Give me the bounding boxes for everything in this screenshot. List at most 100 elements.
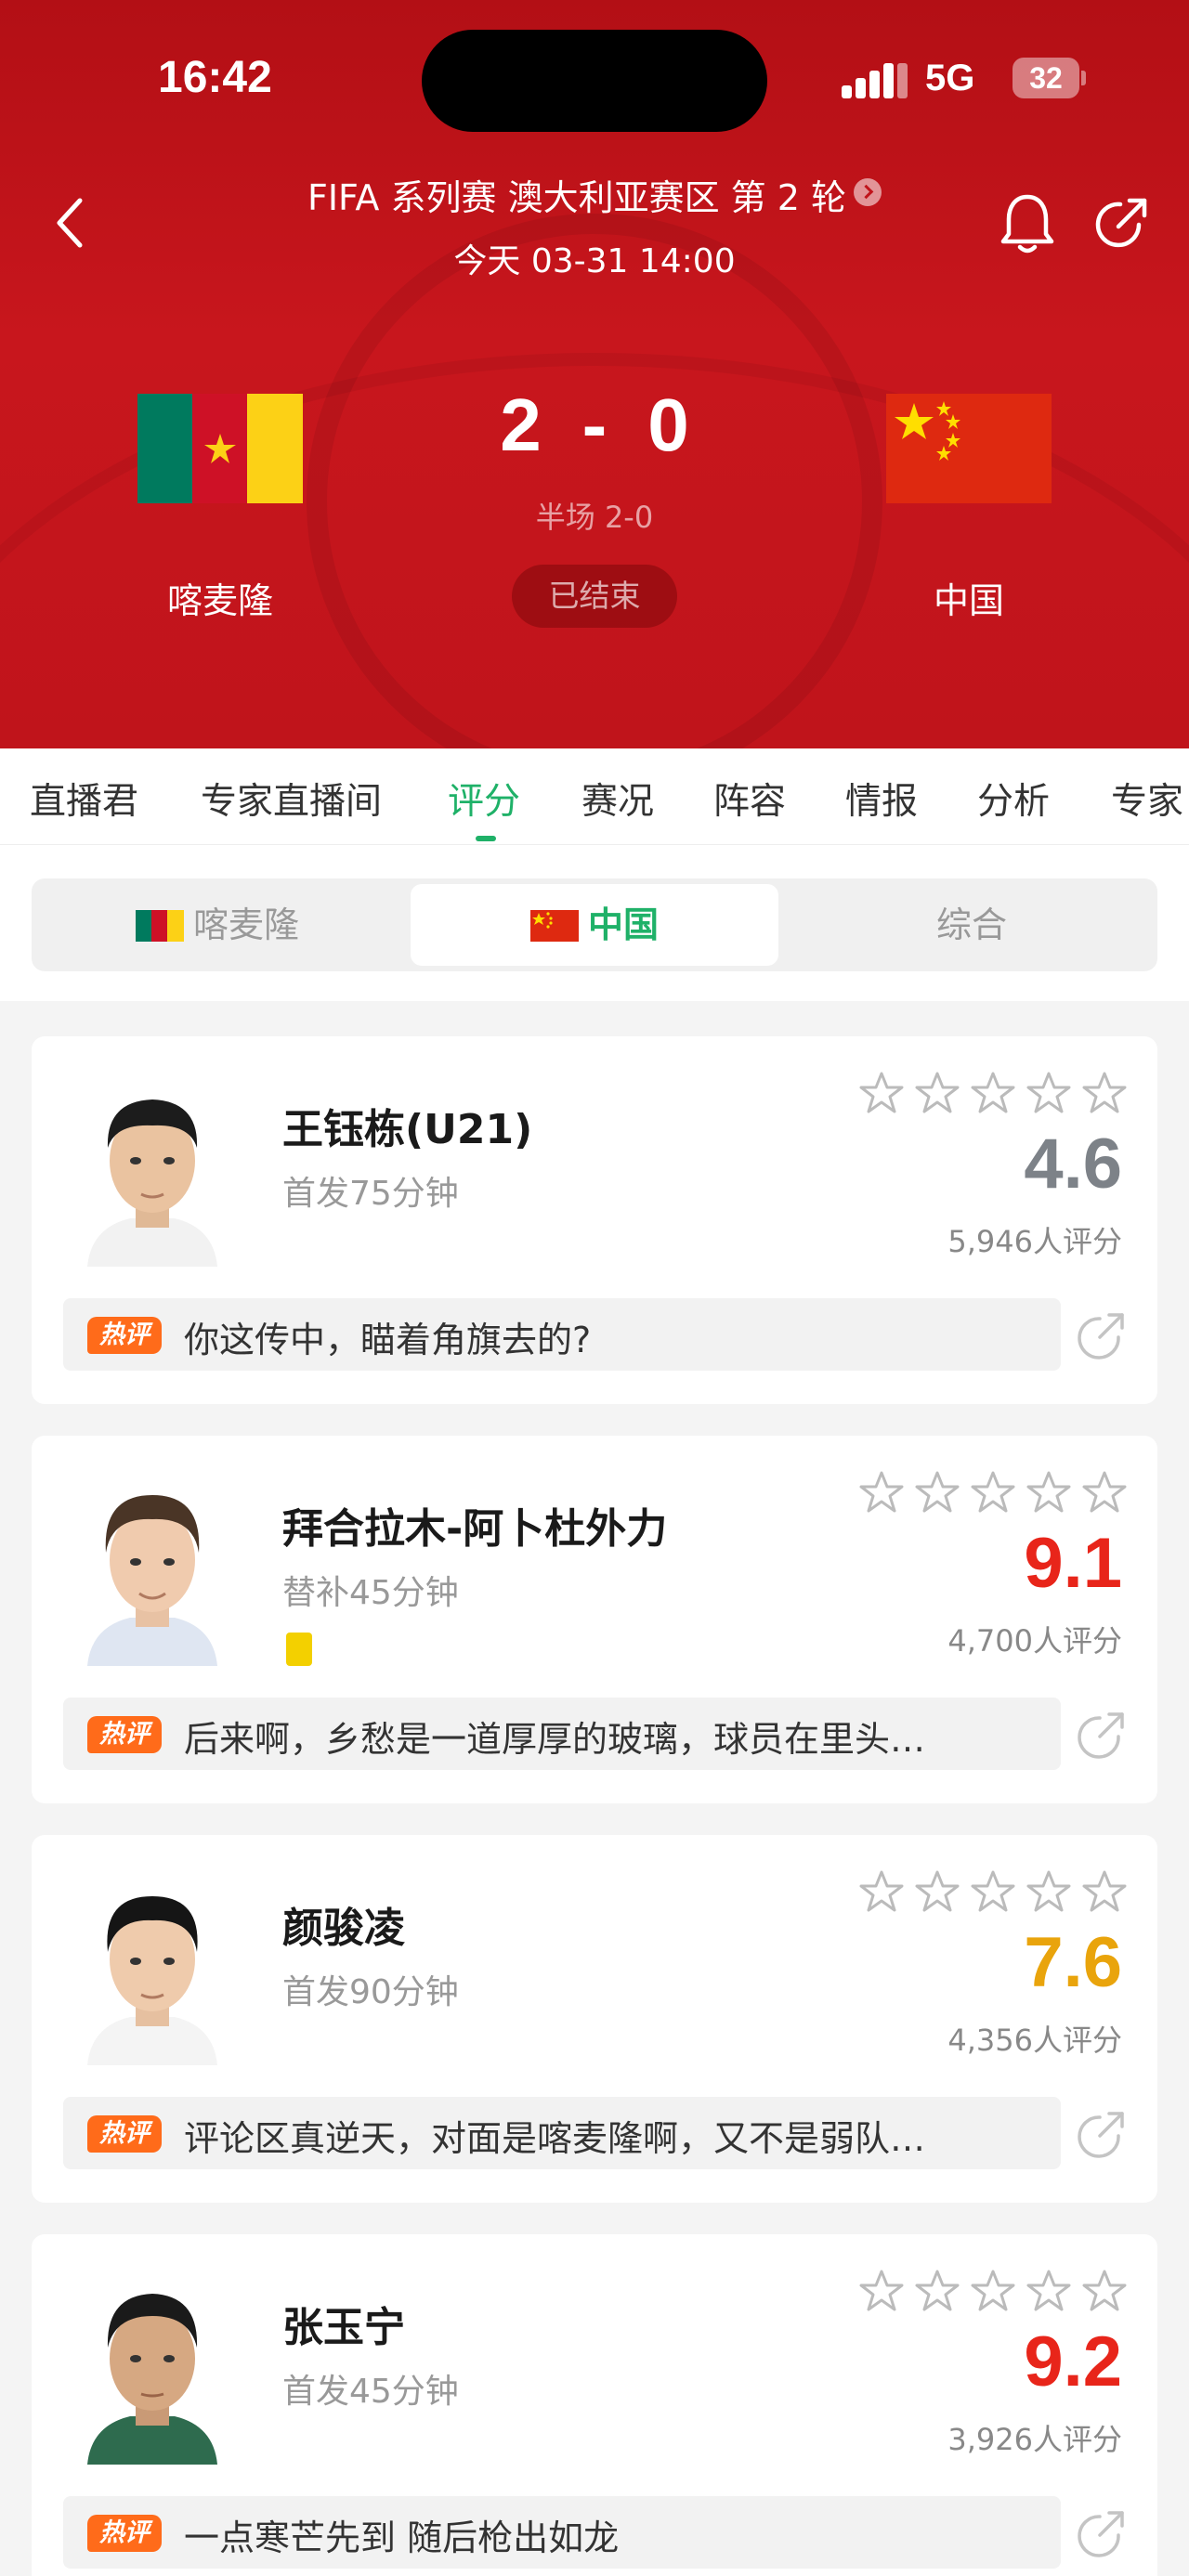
share-icon[interactable]: [1076, 1308, 1130, 1361]
star-icon[interactable]: [1081, 1070, 1128, 1116]
player-avatar: [74, 1464, 230, 1666]
star-rating-input[interactable]: [858, 1070, 1137, 1116]
player-rating: 9.2: [1024, 2322, 1122, 2401]
tab-experts[interactable]: 专家: [1111, 773, 1183, 825]
segment-label: 中国: [587, 904, 659, 945]
player-card[interactable]: 王钰栋(U21) 首发75分钟 4.6 5,946人评分 热评 你这传中，瞄着角…: [32, 1036, 1157, 1404]
team-switch-section: 喀麦隆 中国 综合: [0, 845, 1189, 1001]
star-icon[interactable]: [970, 2268, 1016, 2314]
battery-tip: [1081, 71, 1086, 85]
star-icon[interactable]: [858, 1070, 905, 1116]
network-type: 5G: [925, 58, 975, 98]
battery-icon: 32: [1013, 58, 1079, 98]
status-time: 16:42: [158, 53, 272, 102]
player-minutes: 首发90分钟: [282, 1973, 459, 2011]
rating-count: 5,946人评分: [947, 1224, 1122, 1259]
star-icon[interactable]: [1026, 1469, 1072, 1516]
tab-expert-live[interactable]: 专家直播间: [201, 773, 382, 825]
away-team-name[interactable]: 中国: [830, 572, 1108, 623]
star-icon[interactable]: [1026, 2268, 1072, 2314]
cameroon-flag-icon: [135, 910, 184, 942]
tab-intel[interactable]: 情报: [845, 773, 918, 825]
signal-icon: [842, 61, 908, 98]
star-icon[interactable]: [914, 1469, 960, 1516]
tab-analysis[interactable]: 分析: [977, 773, 1050, 825]
star-icon[interactable]: [1081, 2268, 1128, 2314]
player-avatar: [74, 1863, 230, 2065]
star-icon[interactable]: [858, 1868, 905, 1915]
star-icon[interactable]: [914, 1070, 960, 1116]
player-avatar: [74, 2262, 230, 2465]
share-icon[interactable]: [1092, 193, 1152, 253]
match-status-badge: 已结束: [512, 565, 677, 628]
hot-comment[interactable]: 热评 一点寒芒先到 随后枪出如龙: [63, 2496, 1061, 2569]
player-rating: 9.1: [1024, 1524, 1122, 1603]
hot-comment-text: 后来啊，乡愁是一道厚厚的玻璃，球员在里头…: [184, 1719, 926, 1760]
hot-comment-text: 评论区真逆天，对面是喀麦隆啊，又不是弱队…: [184, 2118, 926, 2159]
tab-lineup[interactable]: 阵容: [713, 773, 786, 825]
player-rating: 7.6: [1024, 1923, 1122, 2002]
star-rating-input[interactable]: [858, 2268, 1137, 2314]
player-minutes: 首发45分钟: [282, 2373, 459, 2411]
match-datetime: 今天 03-31 14:00: [453, 242, 736, 280]
scoreboard: 2 - 0: [437, 383, 752, 468]
active-tab-indicator: [476, 836, 496, 841]
hot-comment-text: 你这传中，瞄着角旗去的?: [184, 1320, 592, 1360]
player-name: 张玉宁: [282, 2304, 405, 2351]
share-icon[interactable]: [1076, 2106, 1130, 2160]
star-icon[interactable]: [970, 1868, 1016, 1915]
segment-china[interactable]: 中国: [411, 884, 778, 966]
competition-title: FIFA 系列赛 澳大利亚赛区 第 2 轮: [307, 177, 846, 218]
rating-count: 3,926人评分: [947, 2422, 1122, 2457]
tab-ratings[interactable]: 评分: [448, 773, 520, 825]
tab-live-host[interactable]: 直播君: [30, 773, 138, 825]
home-score: 2: [500, 384, 542, 466]
tab-bar: 直播君 专家直播间 评分 赛况 阵容 情报 分析 专家: [0, 748, 1189, 845]
star-icon[interactable]: [1081, 1469, 1128, 1516]
match-header: 16:42 5G 32 FIFA 系列赛 澳大利亚赛区 第 2 轮 今天 03-…: [0, 0, 1189, 748]
hot-comment-badge: 热评: [87, 2515, 162, 2552]
hot-comment[interactable]: 热评 评论区真逆天，对面是喀麦隆啊，又不是弱队…: [63, 2097, 1061, 2169]
star-rating-input[interactable]: [858, 1868, 1137, 1915]
hot-comment[interactable]: 热评 后来啊，乡愁是一道厚厚的玻璃，球员在里头…: [63, 1698, 1061, 1770]
competition-link[interactable]: FIFA 系列赛 澳大利亚赛区 第 2 轮: [279, 169, 910, 220]
home-team-name[interactable]: 喀麦隆: [81, 572, 359, 623]
team-segmented-control: 喀麦隆 中国 综合: [32, 878, 1157, 971]
star-icon[interactable]: [970, 1469, 1016, 1516]
back-icon[interactable]: [48, 193, 95, 253]
rating-count: 4,356人评分: [947, 2023, 1122, 2058]
star-icon[interactable]: [858, 2268, 905, 2314]
star-icon[interactable]: [1081, 1868, 1128, 1915]
player-card[interactable]: 拜合拉木-阿卜杜外力 替补45分钟 9.1 4,700人评分 热评 后来啊，乡愁…: [32, 1436, 1157, 1803]
star-icon[interactable]: [914, 2268, 960, 2314]
star-icon[interactable]: [914, 1868, 960, 1915]
header-watermark-circle: [307, 214, 882, 748]
player-minutes: 替补45分钟: [282, 1574, 459, 1612]
hot-comment-badge: 热评: [87, 2115, 162, 2153]
player-name: 王钰栋(U21): [282, 1106, 533, 1153]
cameroon-flag-icon: [137, 394, 303, 503]
star-icon[interactable]: [1026, 1868, 1072, 1915]
hot-comment[interactable]: 热评 你这传中，瞄着角旗去的?: [63, 1298, 1061, 1371]
hot-comment-badge: 热评: [87, 1317, 162, 1354]
player-card[interactable]: 颜骏凌 首发90分钟 7.6 4,356人评分 热评 评论区真逆天，对面是喀麦隆…: [32, 1835, 1157, 2203]
star-icon[interactable]: [970, 1070, 1016, 1116]
score-separator: -: [581, 384, 608, 466]
player-avatar: [74, 1064, 230, 1267]
player-card[interactable]: 张玉宁 首发45分钟 9.2 3,926人评分 热评 一点寒芒先到 随后枪出如龙: [32, 2234, 1157, 2576]
segment-overall[interactable]: 综合: [786, 878, 1157, 971]
star-icon[interactable]: [1026, 1070, 1072, 1116]
hot-comment-text: 一点寒芒先到 随后枪出如龙: [184, 2517, 620, 2558]
player-name: 颜骏凌: [282, 1905, 405, 1952]
share-icon[interactable]: [1076, 1707, 1130, 1761]
share-icon[interactable]: [1076, 2505, 1130, 2559]
player-name: 拜合拉木-阿卜杜外力: [282, 1505, 668, 1553]
segment-cameroon[interactable]: 喀麦隆: [32, 878, 403, 971]
player-rating: 4.6: [1024, 1125, 1122, 1203]
star-rating-input[interactable]: [858, 1469, 1137, 1516]
china-flag-icon: [529, 910, 579, 942]
bell-icon[interactable]: [998, 191, 1057, 256]
tab-match-events[interactable]: 赛况: [581, 773, 654, 825]
chevron-right-icon: [854, 178, 882, 206]
star-icon[interactable]: [858, 1469, 905, 1516]
